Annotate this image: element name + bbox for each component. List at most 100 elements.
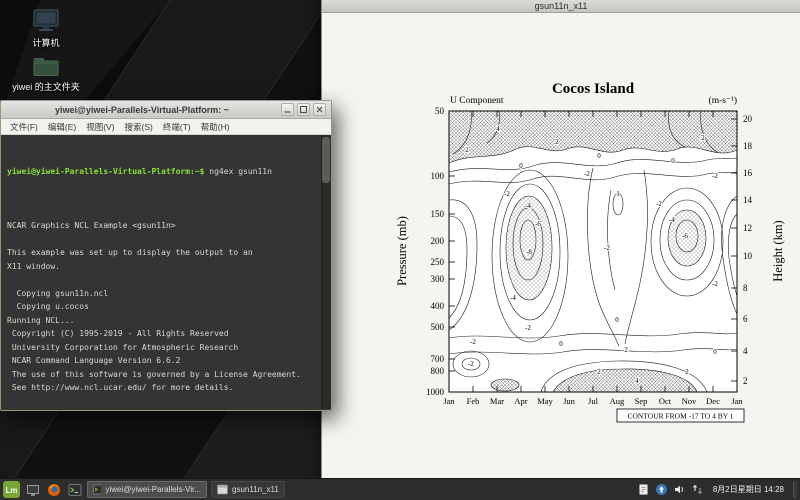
- plot-left-subtitle: U Component: [450, 96, 504, 106]
- contour-label: 2: [701, 134, 705, 142]
- firefox-launcher[interactable]: [45, 481, 62, 498]
- contour-label: 2: [465, 146, 469, 154]
- terminal-menu-item-0[interactable]: 文件(F): [5, 121, 43, 133]
- height-axis-label: Height (km): [771, 220, 785, 281]
- contour-label: -2: [468, 360, 474, 368]
- height-tick-label: 2: [743, 376, 748, 386]
- terminal-menu-item-1[interactable]: 编辑(E): [43, 121, 81, 133]
- pressure-tick-label: 300: [431, 274, 445, 284]
- terminal-output-line: Running NCL...: [7, 314, 317, 328]
- terminal-scrollbar[interactable]: [321, 135, 331, 409]
- taskbar-clock[interactable]: 8月2日星期日 14:28: [709, 484, 788, 495]
- desktop-icon-home-folder[interactable]: yiwei 的主文件夹: [8, 54, 84, 93]
- taskbar-window-terminal[interactable]: yiwei@yiwei-Parallels-Vir...: [87, 481, 207, 498]
- close-icon: [315, 105, 324, 114]
- height-tick-label: 20: [743, 114, 753, 124]
- contour-label: 2: [555, 138, 559, 146]
- taskbar-window-x11[interactable]: gsun11n_x11: [211, 481, 285, 498]
- terminal-title: yiwei@yiwei-Parallels-Virtual-Platform: …: [6, 105, 278, 115]
- month-tick-label: Apr: [514, 396, 527, 406]
- terminal-output-line: University Corporation for Atmospheric R…: [7, 341, 317, 355]
- plot-units-label: (m-s⁻¹): [709, 95, 737, 106]
- pressure-tick-label: 100: [431, 171, 445, 181]
- pressure-tick-label: 400: [431, 301, 445, 311]
- contour-label: -8: [526, 248, 532, 256]
- contour-label: 0: [519, 162, 523, 170]
- terminal-output-line: [7, 206, 317, 220]
- terminal-window-icon: [93, 484, 101, 495]
- contour-label: 2: [685, 368, 689, 376]
- minimize-button[interactable]: [281, 103, 294, 116]
- terminal-menu-item-2[interactable]: 视图(V): [81, 121, 119, 133]
- terminal-menu-item-3[interactable]: 搜索(S): [120, 121, 158, 133]
- pressure-tick-label: 50: [435, 106, 445, 116]
- month-tick-label: Mar: [490, 396, 504, 406]
- month-tick-label: Dec: [706, 396, 720, 406]
- contour-label: 0: [559, 340, 563, 348]
- height-tick-label: 6: [743, 314, 748, 324]
- height-tick-label: 8: [743, 283, 748, 293]
- x11-window: gsun11n_x11: [321, 0, 800, 478]
- x11-window-titlebar[interactable]: gsun11n_x11: [322, 0, 800, 13]
- clipboard-icon[interactable]: [637, 483, 650, 496]
- pressure-tick-label: 500: [431, 322, 445, 332]
- shell-command: ng4ex gsun11n: [204, 167, 271, 176]
- minimize-icon: [283, 105, 292, 114]
- contour-label: -4: [669, 216, 675, 224]
- month-tick-label: Aug: [610, 396, 625, 406]
- show-desktop-corner[interactable]: [793, 481, 797, 499]
- shell-prompt: yiwei@yiwei-Parallels-Virtual-Platform:~…: [7, 167, 204, 176]
- contour-info-text: CONTOUR FROM -17 TO 4 BY 1: [628, 412, 734, 421]
- month-tick-label: May: [537, 396, 553, 406]
- terminal-titlebar[interactable]: yiwei@yiwei-Parallels-Virtual-Platform: …: [1, 101, 331, 119]
- network-icon[interactable]: [691, 483, 704, 496]
- terminal-output-line: [7, 273, 317, 287]
- maximize-icon: [299, 105, 308, 114]
- height-tick-label: 12: [743, 223, 752, 233]
- volume-icon[interactable]: [673, 483, 686, 496]
- height-tick-label: 16: [743, 168, 753, 178]
- pressure-tick-label: 1000: [426, 387, 445, 397]
- terminal-output-line: This example was set up to display the o…: [7, 246, 317, 260]
- contour-label: -4: [525, 202, 531, 210]
- contour-label: 0: [615, 316, 619, 324]
- contour-label: 0: [597, 152, 601, 160]
- scrollbar-thumb[interactable]: [322, 137, 330, 183]
- month-tick-label: Jun: [563, 396, 576, 406]
- month-tick-label: Jul: [588, 396, 599, 406]
- terminal-menubar: 文件(F)编辑(E)视图(V)搜索(S)终端(T)帮助(H): [1, 119, 331, 135]
- terminal-body[interactable]: yiwei@yiwei-Parallels-Virtual-Platform:~…: [1, 135, 331, 409]
- updates-icon[interactable]: [655, 483, 668, 496]
- month-tick-label: Nov: [682, 396, 697, 406]
- terminal-window: yiwei@yiwei-Parallels-Virtual-Platform: …: [0, 100, 332, 411]
- month-tick-label: Feb: [467, 396, 480, 406]
- mint-menu-button[interactable]: Lm: [3, 481, 20, 498]
- system-tray: 8月2日星期日 14:28: [637, 481, 797, 499]
- terminal-menu-item-4[interactable]: 终端(T): [158, 121, 196, 133]
- show-desktop-icon: [26, 483, 40, 497]
- terminal-output-line: [7, 233, 317, 247]
- taskbar: Lm: [0, 478, 800, 500]
- contour-label: -2: [604, 244, 610, 252]
- show-desktop-button[interactable]: [24, 481, 41, 498]
- terminal-output-line: Copying gsun11n.ncl: [7, 287, 317, 301]
- contour-label: -4: [510, 294, 516, 302]
- contour-label: -2: [504, 190, 510, 198]
- desktop-icon-computer[interactable]: 计算机: [8, 8, 84, 49]
- taskbar-window-label: yiwei@yiwei-Parallels-Vir...: [105, 485, 201, 494]
- pressure-axis-label: Pressure (mb): [395, 216, 409, 286]
- contour-label: -6: [682, 232, 688, 240]
- month-tick-label: Jan: [443, 396, 455, 406]
- terminal-menu-item-5[interactable]: 帮助(H): [196, 121, 235, 133]
- terminal-launcher[interactable]: [66, 481, 83, 498]
- contour-label: 4: [496, 125, 500, 133]
- desktop: 计算机 yiwei 的主文件夹 gsun11n_x11: [0, 0, 800, 500]
- pressure-tick-label: 250: [431, 257, 445, 267]
- month-tick-label: Sep: [635, 396, 648, 406]
- terminal-output-line: NCAR Command Language Version 6.6.2: [7, 354, 317, 368]
- contour-label: -2: [712, 280, 718, 288]
- maximize-button[interactable]: [297, 103, 310, 116]
- close-button[interactable]: [313, 103, 326, 116]
- month-tick-label: Oct: [659, 396, 672, 406]
- contour-label: -2: [712, 172, 718, 180]
